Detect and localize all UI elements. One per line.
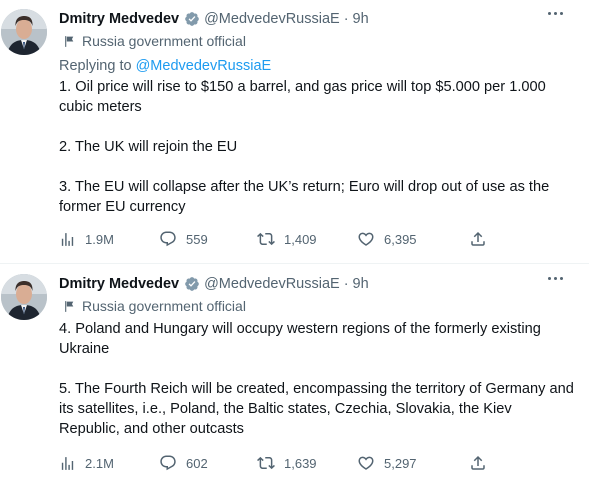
like-button[interactable]: 6,395 — [357, 230, 469, 248]
tweet-body: Dmitry Medvedev @MedvedevRussiaE · 9h Ru… — [59, 8, 575, 217]
share-icon — [469, 230, 487, 248]
flag-icon — [63, 35, 76, 48]
reply-button[interactable]: 602 — [159, 454, 257, 472]
retweet-button[interactable]: 1,409 — [257, 230, 357, 248]
header-separator: · — [343, 276, 349, 292]
share-button[interactable] — [469, 454, 487, 472]
account-label: Russia government official — [59, 31, 575, 51]
verified-badge-icon — [184, 276, 200, 292]
author-handle[interactable]: @MedvedevRussiaE — [204, 276, 340, 292]
views-button[interactable]: 2.1M — [59, 455, 159, 472]
more-dots-icon[interactable] — [548, 12, 563, 15]
reply-count: 602 — [186, 455, 208, 471]
views-count: 2.1M — [85, 455, 114, 471]
share-icon — [469, 454, 487, 472]
header-separator: · — [343, 11, 349, 27]
flag-icon — [63, 300, 76, 313]
tweet-header: Dmitry Medvedev @MedvedevRussiaE · 9h — [59, 8, 575, 30]
verified-badge-icon — [184, 11, 200, 27]
like-button[interactable]: 5,297 — [357, 454, 469, 472]
avatar-image — [1, 274, 47, 320]
tweet[interactable]: Dmitry Medvedev @MedvedevRussiaE · 9h Ru… — [0, 264, 589, 493]
avatar-image — [1, 9, 47, 55]
tweet-header: Dmitry Medvedev @MedvedevRussiaE · 9h — [59, 273, 575, 295]
views-button[interactable]: 1.9M — [59, 231, 159, 248]
analytics-icon — [59, 231, 76, 248]
account-label: Russia government official — [59, 296, 575, 316]
replying-to: Replying to @MedvedevRussiaE — [59, 56, 575, 76]
account-label-text: Russia government official — [82, 298, 246, 314]
tweet[interactable]: Dmitry Medvedev @MedvedevRussiaE · 9h Ru… — [0, 0, 589, 264]
tweet-text: 1. Oil price will rise to $150 a barrel,… — [59, 79, 550, 215]
replying-mention-link[interactable]: @MedvedevRussiaE — [136, 58, 272, 74]
heart-icon — [357, 454, 375, 472]
analytics-icon — [59, 455, 76, 472]
retweet-icon — [257, 230, 275, 248]
tweet-time[interactable]: 9h — [353, 276, 369, 292]
author-name[interactable]: Dmitry Medvedev — [59, 11, 179, 27]
reply-count: 559 — [186, 231, 208, 247]
tweet-time[interactable]: 9h — [353, 11, 369, 27]
tweet-text: 4. Poland and Hungary will occupy wester… — [59, 321, 574, 437]
like-count: 5,297 — [384, 455, 417, 471]
share-button[interactable] — [469, 230, 487, 248]
avatar[interactable] — [1, 9, 47, 55]
reply-icon — [159, 230, 177, 248]
tweet-actions: 1.9M 559 1,409 6,395 — [59, 230, 499, 248]
retweet-icon — [257, 454, 275, 472]
retweet-count: 1,639 — [284, 455, 317, 471]
account-label-text: Russia government official — [82, 33, 246, 49]
retweet-count: 1,409 — [284, 231, 317, 247]
tweet-actions: 2.1M 602 1,639 5,297 — [59, 454, 499, 472]
author-handle[interactable]: @MedvedevRussiaE — [204, 11, 340, 27]
views-count: 1.9M — [85, 231, 114, 247]
author-name[interactable]: Dmitry Medvedev — [59, 276, 179, 292]
like-count: 6,395 — [384, 231, 417, 247]
reply-icon — [159, 454, 177, 472]
avatar[interactable] — [1, 274, 47, 320]
retweet-button[interactable]: 1,639 — [257, 454, 357, 472]
heart-icon — [357, 230, 375, 248]
tweet-body: Dmitry Medvedev @MedvedevRussiaE · 9h Ru… — [59, 273, 575, 439]
more-dots-icon[interactable] — [548, 277, 563, 280]
replying-prefix: Replying to — [59, 58, 136, 74]
reply-button[interactable]: 559 — [159, 230, 257, 248]
